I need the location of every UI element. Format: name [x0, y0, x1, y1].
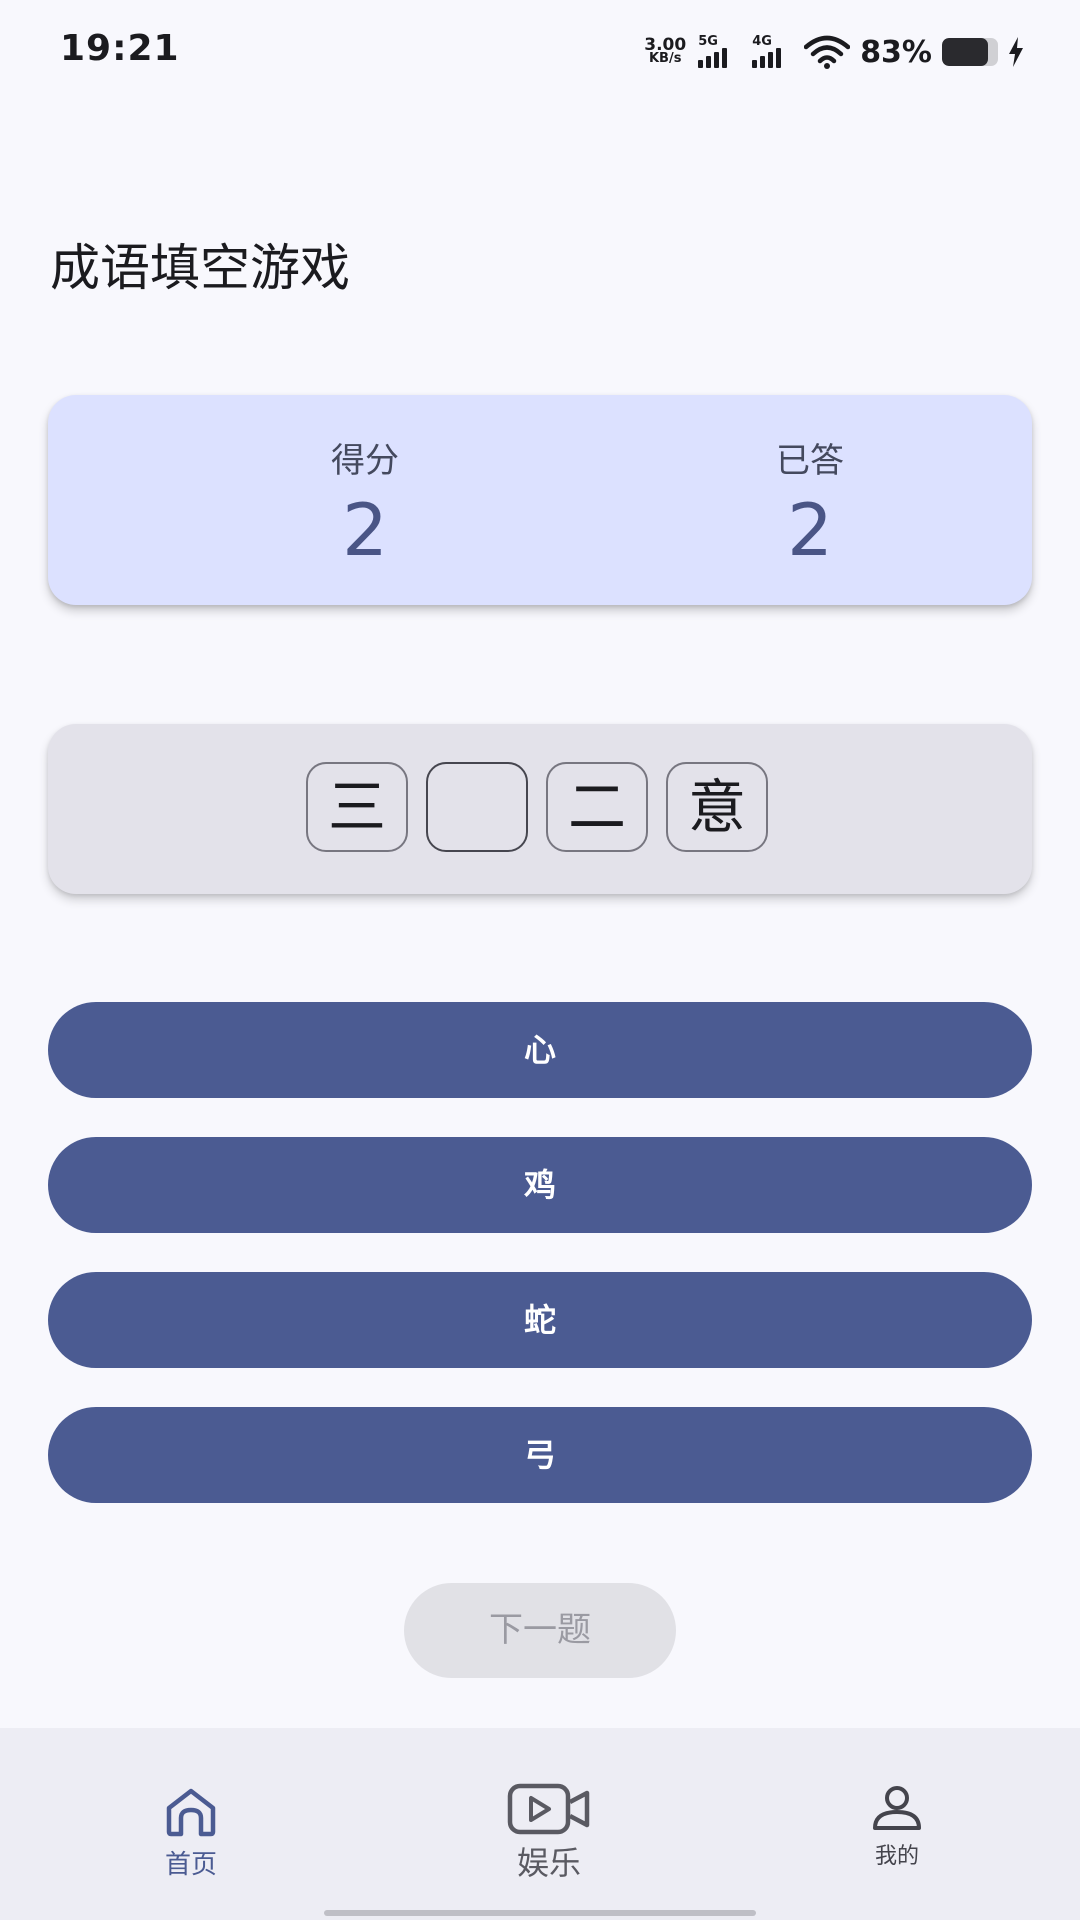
option-button-4[interactable]: 弓 [48, 1407, 1032, 1503]
nav-label-home: 首页 [164, 1850, 217, 1880]
option-button-2[interactable]: 鸡 [48, 1137, 1032, 1233]
score-value: 2 [342, 488, 388, 572]
status-icons: 3.00 KB/s 5G 4G 83% [644, 30, 1024, 74]
network-speed-value: 3.00 [644, 35, 687, 55]
bottom-nav: 首页 娱乐 我的 [0, 1728, 1080, 1920]
answered-label: 已答 [776, 441, 844, 481]
signal-5g-icon: 5G [696, 34, 740, 70]
score-stat: 得分 2 [265, 433, 465, 572]
nav-item-entertainment[interactable]: 娱乐 [494, 1782, 604, 1884]
battery-icon [942, 38, 998, 66]
option-button-3[interactable]: 蛇 [48, 1272, 1032, 1368]
nav-label-entertainment: 娱乐 [516, 1844, 581, 1882]
page-title: 成语填空游戏 [50, 239, 350, 297]
nav-item-mine[interactable]: 我的 [847, 1784, 947, 1870]
home-icon [166, 1788, 216, 1837]
next-question-button[interactable]: 下一题 [404, 1583, 676, 1678]
network-speed: 3.00 KB/s [644, 35, 687, 66]
signal-5g-label: 5G [698, 34, 718, 49]
status-bar: 19:21 3.00 KB/s 5G 4G 83% [0, 0, 1080, 104]
charging-bolt-icon [1009, 37, 1023, 67]
battery-percent: 83% [860, 34, 932, 70]
video-icon [507, 1783, 590, 1835]
signal-4g-label: 4G [752, 34, 772, 49]
score-card: 得分 2 已答 2 [48, 395, 1032, 605]
idiom-blank-slot [426, 762, 528, 852]
answered-stat: 已答 2 [710, 433, 910, 572]
answered-value: 2 [787, 488, 833, 572]
status-time: 19:21 [60, 28, 180, 69]
home-indicator-bar[interactable] [324, 1910, 756, 1916]
battery-level-fill [942, 38, 989, 66]
nav-item-home[interactable]: 首页 [141, 1786, 241, 1881]
signal-4g-icon: 4G [750, 34, 794, 70]
idiom-card: 三 二 意 [48, 724, 1032, 894]
idiom-char-1: 三 [306, 762, 408, 852]
network-speed-unit: KB/s [648, 51, 682, 66]
nav-label-mine: 我的 [874, 1844, 919, 1869]
score-label: 得分 [331, 441, 399, 481]
idiom-char-4: 意 [666, 762, 768, 852]
idiom-char-3: 二 [546, 762, 648, 852]
wifi-icon [804, 35, 851, 69]
user-icon [873, 1786, 921, 1830]
option-button-1[interactable]: 心 [48, 1002, 1032, 1098]
